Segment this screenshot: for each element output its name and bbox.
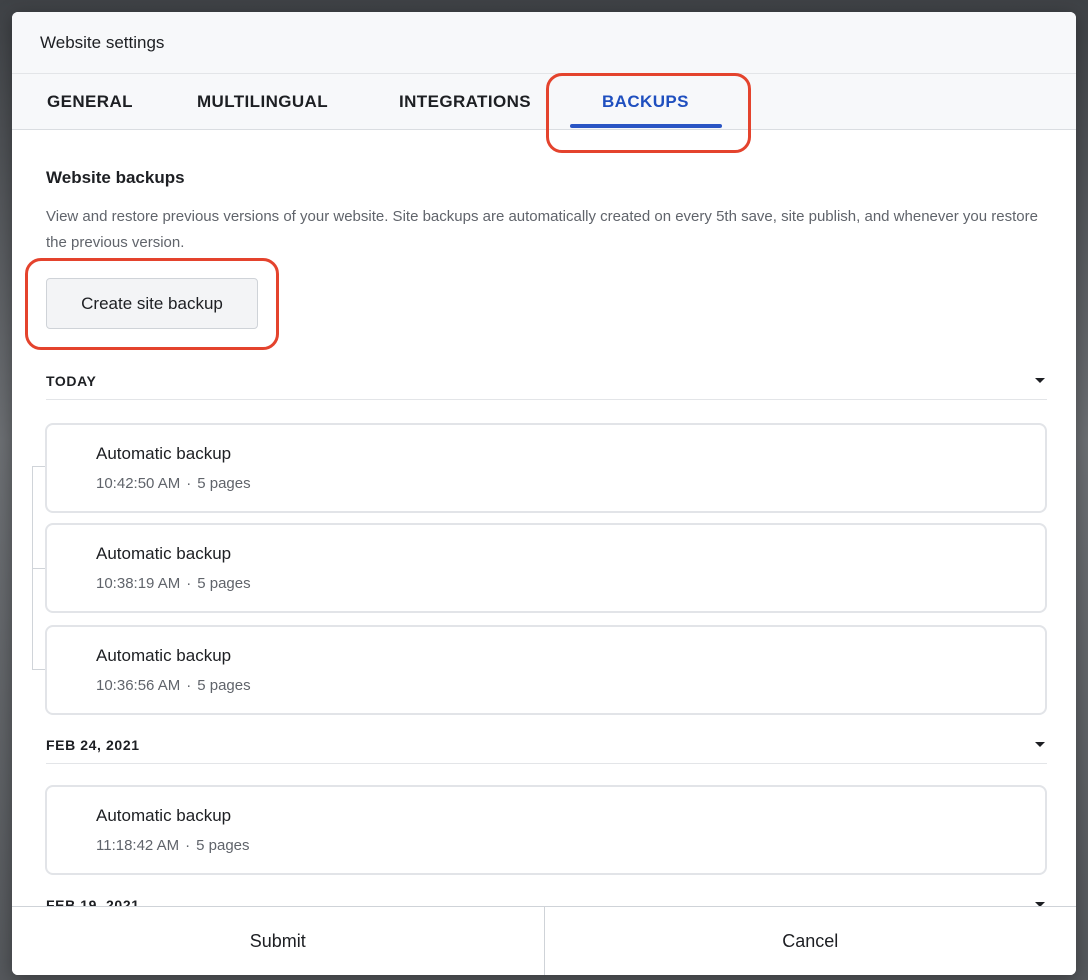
- backup-group-header-feb-19[interactable]: FEB 19, 2021: [46, 886, 1047, 906]
- caret-down-icon: [1035, 742, 1045, 747]
- cancel-button[interactable]: Cancel: [545, 907, 1077, 975]
- backup-tree-branch: [32, 466, 45, 467]
- backup-tree-branch: [32, 669, 45, 670]
- backup-time: 10:36:56 AM: [96, 677, 181, 694]
- backup-item[interactable]: Automatic backup 10:38:19 AM · 5 pages: [45, 523, 1047, 613]
- settings-tabs: GENERAL MULTILINGUAL INTEGRATIONS BACKUP…: [12, 74, 1076, 130]
- section-title: Website backups: [46, 168, 185, 187]
- backup-item[interactable]: Automatic backup 10:36:56 AM · 5 pages: [45, 625, 1047, 715]
- backup-group-label: TODAY: [46, 372, 97, 389]
- dialog-title: Website settings: [40, 32, 165, 52]
- dialog-footer: Submit Cancel: [12, 906, 1076, 975]
- meta-separator: ·: [186, 677, 192, 694]
- backup-group-header-today[interactable]: TODAY: [46, 362, 1047, 400]
- meta-separator: ·: [186, 575, 192, 592]
- backup-page-count: 5 pages: [197, 575, 251, 592]
- backup-tree-branch: [32, 568, 45, 569]
- backup-time: 11:18:42 AM: [96, 837, 180, 854]
- backups-panel: Website backups View and restore previou…: [12, 130, 1076, 906]
- backup-item[interactable]: Automatic backup 10:42:50 AM · 5 pages: [45, 423, 1047, 513]
- backup-page-count: 5 pages: [197, 475, 251, 492]
- backup-time: 10:42:50 AM: [96, 475, 181, 492]
- backup-meta: 10:38:19 AM · 5 pages: [96, 575, 251, 592]
- create-site-backup-button[interactable]: Create site backup: [46, 278, 258, 329]
- meta-separator: ·: [186, 475, 192, 492]
- backup-page-count: 5 pages: [196, 837, 250, 854]
- tab-general[interactable]: GENERAL: [47, 74, 133, 129]
- backup-time: 10:38:19 AM: [96, 575, 181, 592]
- backup-group-header-feb-24[interactable]: FEB 24, 2021: [46, 726, 1047, 764]
- backup-title: Automatic backup: [96, 544, 232, 563]
- meta-separator: ·: [185, 837, 191, 854]
- backup-meta: 11:18:42 AM · 5 pages: [96, 837, 250, 854]
- submit-button[interactable]: Submit: [12, 907, 544, 975]
- backup-title: Automatic backup: [96, 444, 232, 463]
- tab-integrations[interactable]: INTEGRATIONS: [399, 74, 531, 129]
- tab-multilingual[interactable]: MULTILINGUAL: [197, 74, 328, 129]
- tab-backups[interactable]: BACKUPS: [602, 74, 689, 129]
- backup-title: Automatic backup: [96, 646, 232, 665]
- backup-meta: 10:42:50 AM · 5 pages: [96, 475, 251, 492]
- backup-group-label: FEB 24, 2021: [46, 736, 140, 753]
- backup-page-count: 5 pages: [197, 677, 251, 694]
- backup-group-label: FEB 19, 2021: [46, 896, 140, 907]
- website-settings-dialog: Website settings GENERAL MULTILINGUAL IN…: [12, 12, 1076, 975]
- backup-title: Automatic backup: [96, 806, 232, 825]
- section-description: View and restore previous versions of yo…: [46, 208, 1038, 251]
- caret-down-icon: [1035, 378, 1045, 383]
- active-tab-indicator: [570, 124, 722, 128]
- dialog-header: Website settings: [12, 12, 1076, 74]
- backup-item[interactable]: Automatic backup 11:18:42 AM · 5 pages: [45, 785, 1047, 875]
- backup-meta: 10:36:56 AM · 5 pages: [96, 677, 251, 694]
